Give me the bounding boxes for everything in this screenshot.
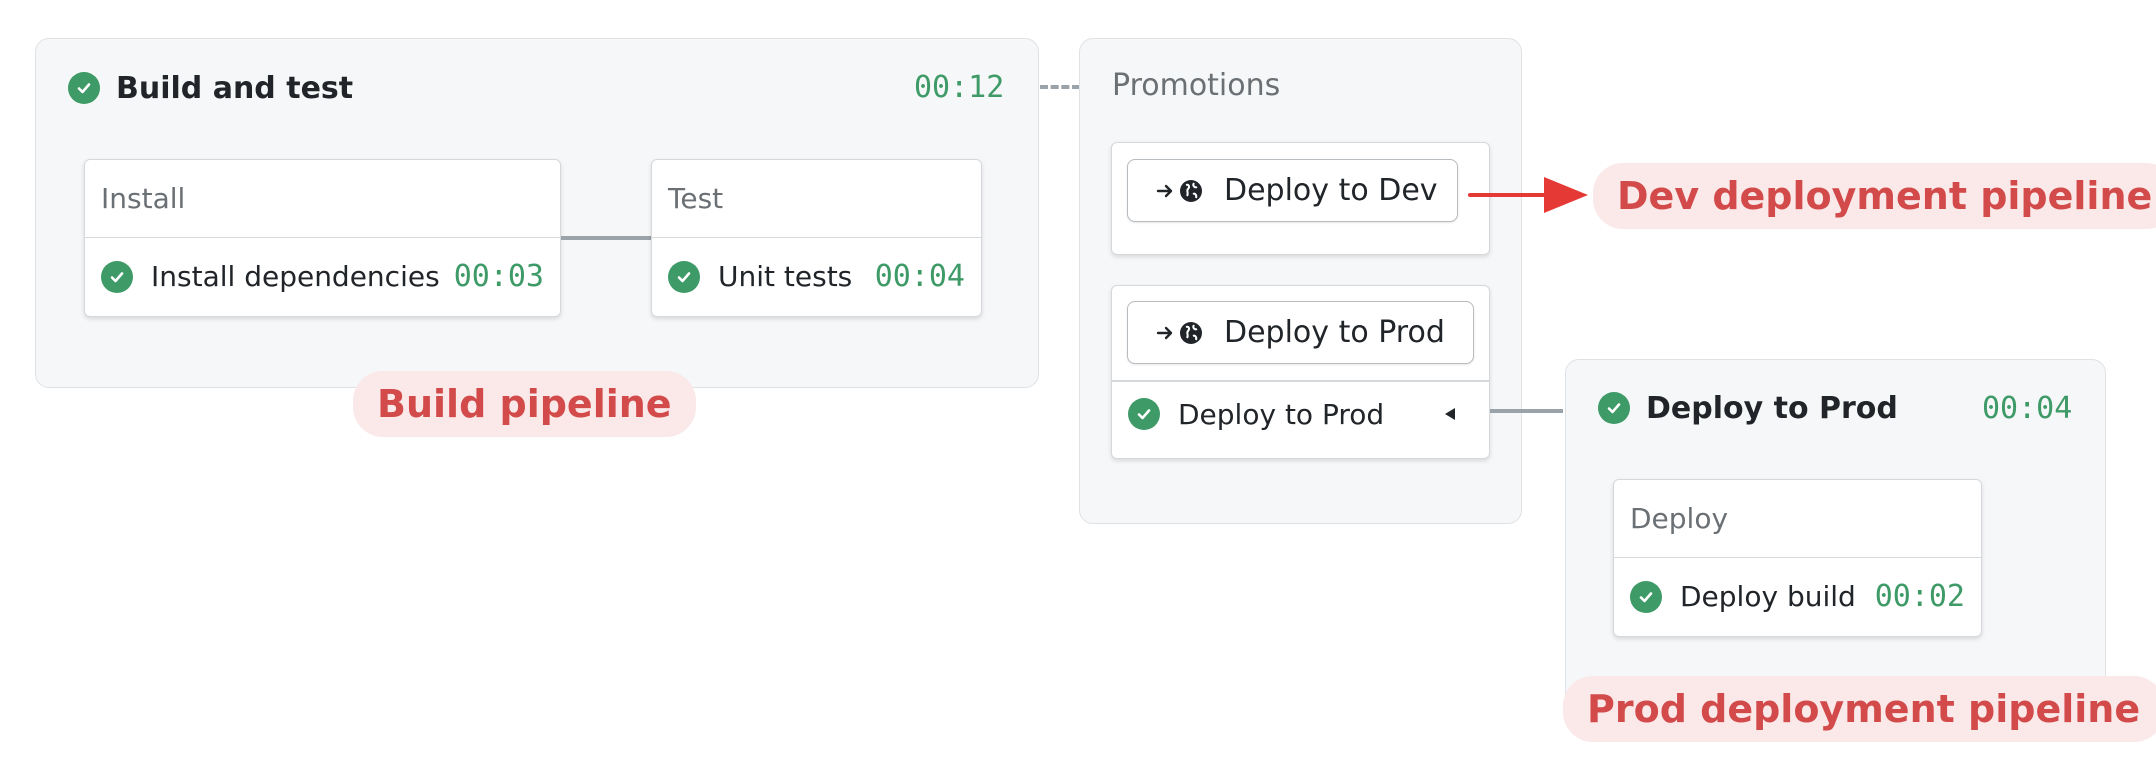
install-test-connector xyxy=(561,236,652,240)
build-block-title-text: Build and test xyxy=(116,70,354,106)
arrow-right-icon xyxy=(1156,326,1173,339)
deploy-to-dev-button[interactable]: Deploy to Dev xyxy=(1127,159,1458,222)
job-duration: 00:04 xyxy=(874,259,965,294)
arrow-right-icon xyxy=(1156,184,1173,197)
deploy-block-name: Deploy xyxy=(1614,480,1981,558)
job-name: Unit tests xyxy=(718,260,853,293)
caret-left-icon xyxy=(1445,408,1455,420)
check-circle-icon xyxy=(1598,392,1630,424)
globe-icon xyxy=(1180,321,1202,344)
dev-arrow-icon xyxy=(1468,177,1588,213)
deploy-build-job[interactable]: Deploy build 00:02 xyxy=(1614,558,1981,635)
deploy-to-prod-label: Deploy to Prod xyxy=(1224,315,1445,350)
check-circle-icon xyxy=(1630,580,1662,613)
dev-pipeline-callout: Dev deployment pipeline xyxy=(1593,163,2156,229)
build-block-title[interactable]: Build and test xyxy=(68,68,353,108)
globe-icon xyxy=(1180,179,1202,202)
promotion-prod-connector xyxy=(1490,409,1563,413)
prod-block-title[interactable]: Deploy to Prod xyxy=(1598,388,1898,428)
check-circle-icon xyxy=(1128,398,1160,430)
deploy-block-card: Deploy Deploy build 00:02 xyxy=(1613,479,1982,637)
deploy-to-prod-promotion-status[interactable]: Deploy to Prod xyxy=(1112,374,1489,454)
install-block-card: Install Install dependencies 00:03 xyxy=(84,159,561,317)
install-dependencies-job[interactable]: Install dependencies 00:03 xyxy=(85,238,560,315)
deploy-to-dev-label: Deploy to Dev xyxy=(1224,173,1438,208)
deploy-to-prod-status-label: Deploy to Prod xyxy=(1178,397,1385,431)
check-circle-icon xyxy=(68,72,100,104)
check-circle-icon xyxy=(668,260,700,293)
check-circle-icon xyxy=(101,260,133,293)
prod-block-duration: 00:04 xyxy=(1982,391,2073,426)
promotions-dashed-connector xyxy=(1040,85,1080,89)
job-name: Deploy build xyxy=(1680,580,1856,613)
unit-tests-job[interactable]: Unit tests 00:04 xyxy=(652,238,981,315)
job-duration: 00:03 xyxy=(453,259,544,294)
promotions-title: Promotions xyxy=(1112,68,1281,103)
build-pipeline-callout: Build pipeline xyxy=(353,371,696,437)
job-duration: 00:02 xyxy=(1874,579,1965,614)
test-block-name: Test xyxy=(652,160,981,238)
job-name: Install dependencies xyxy=(151,260,440,293)
install-block-name: Install xyxy=(85,160,560,238)
deploy-to-prod-button[interactable]: Deploy to Prod xyxy=(1127,301,1474,364)
build-block-duration: 00:12 xyxy=(914,70,1005,105)
prod-pipeline-callout: Prod deployment pipeline xyxy=(1563,676,2156,742)
prod-block-title-text: Deploy to Prod xyxy=(1646,390,1898,426)
test-block-card: Test Unit tests 00:04 xyxy=(651,159,982,317)
